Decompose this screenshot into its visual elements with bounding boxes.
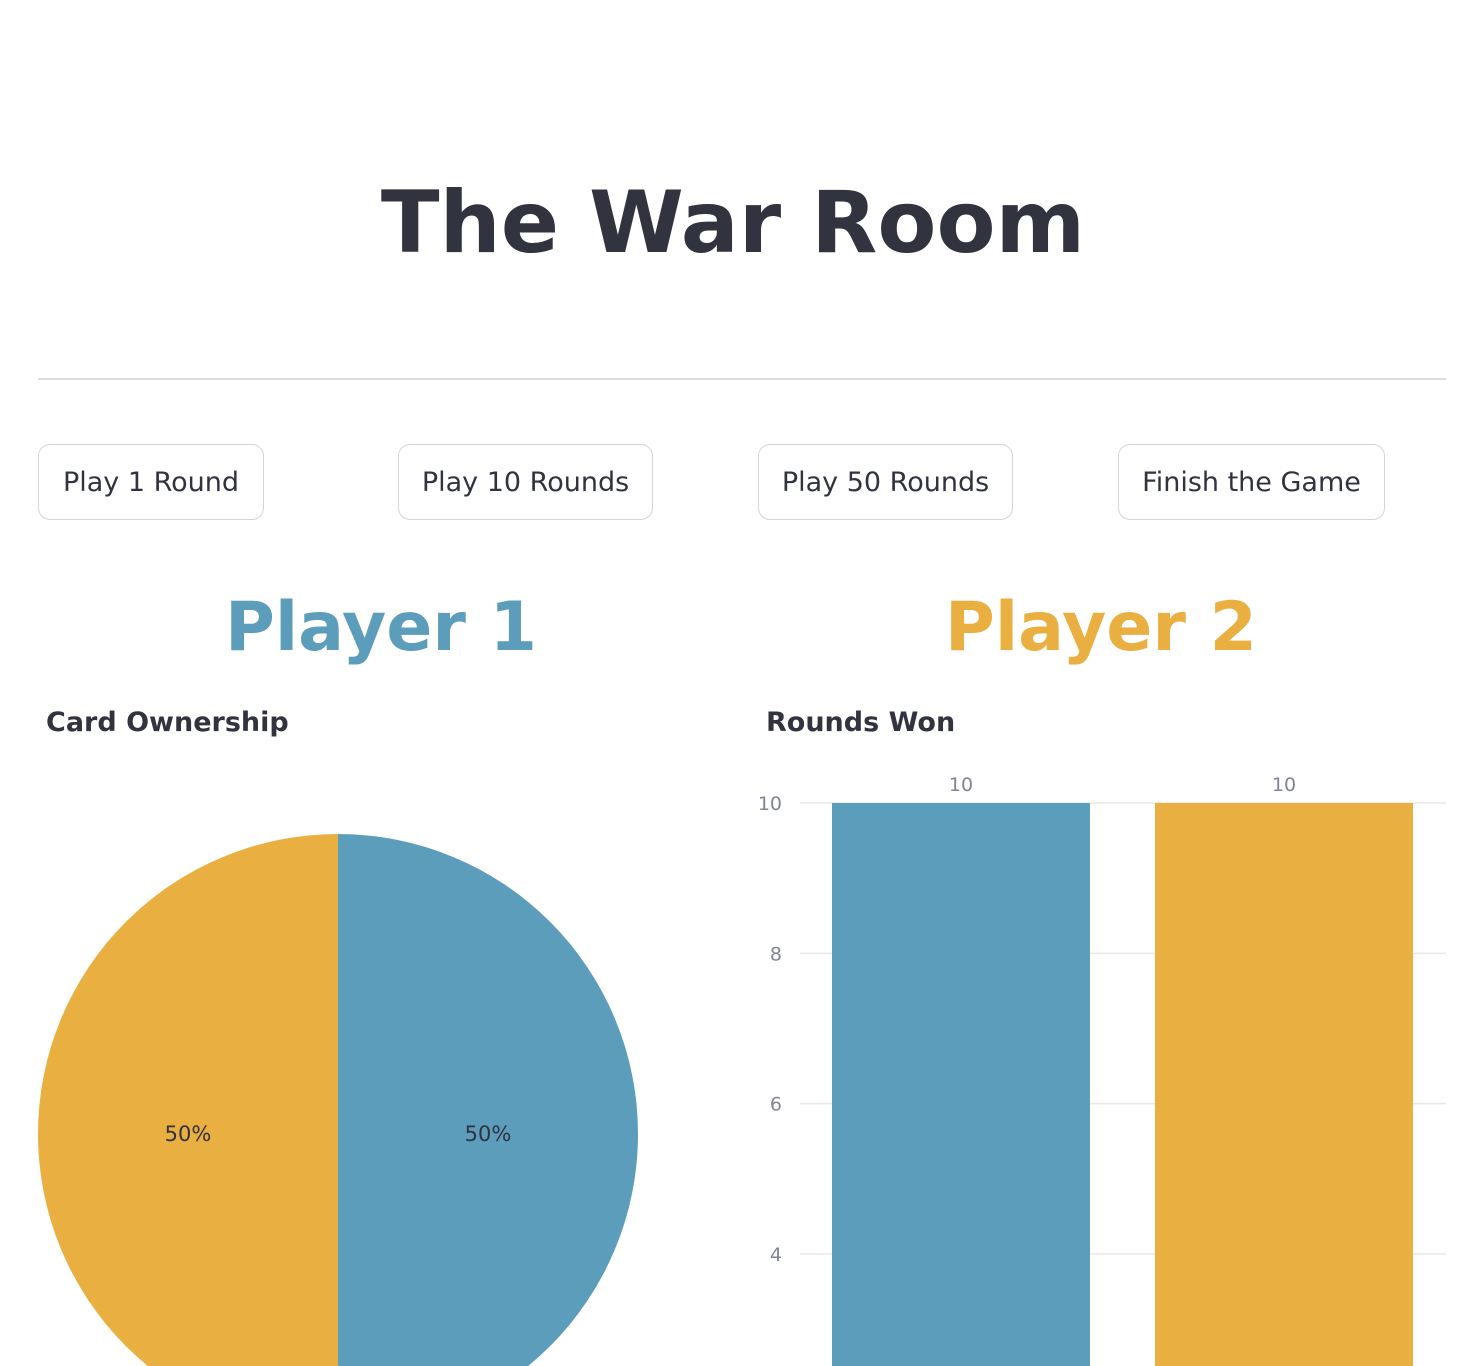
pie-slice-label: 50% (465, 1122, 512, 1146)
page-title: The War Room (380, 173, 1086, 273)
bar (832, 803, 1090, 1366)
player-2-title: Player 2 (945, 588, 1257, 667)
pie-slice-label: 50% (165, 1122, 212, 1146)
player-1-title: Player 1 (225, 588, 537, 667)
pie-slice (338, 834, 638, 1366)
rounds-won-bar-chart: 4 6 8 10 10 10 (758, 774, 1446, 1366)
card-ownership-pie-chart: 50% 50% (38, 834, 638, 1366)
y-tick-label: 4 (770, 1244, 782, 1266)
play-10-rounds-button[interactable]: Play 10 Rounds (398, 444, 653, 520)
play-50-rounds-button[interactable]: Play 50 Rounds (758, 444, 1013, 520)
y-tick-label: 10 (758, 793, 782, 815)
war-room-page: The War Room Play 1 Round Play 10 Rounds… (0, 0, 1466, 1366)
header-divider (38, 378, 1446, 380)
pie-slice (38, 834, 338, 1366)
bar-value-label: 10 (1272, 774, 1296, 796)
bar-value-label: 10 (949, 774, 973, 796)
y-tick-label: 8 (770, 943, 782, 965)
rounds-won-label: Rounds Won (766, 707, 956, 738)
finish-game-button[interactable]: Finish the Game (1118, 444, 1385, 520)
y-tick-label: 6 (770, 1094, 782, 1116)
play-1-round-button[interactable]: Play 1 Round (38, 444, 264, 520)
bar (1155, 803, 1413, 1366)
card-ownership-label: Card Ownership (46, 707, 289, 738)
